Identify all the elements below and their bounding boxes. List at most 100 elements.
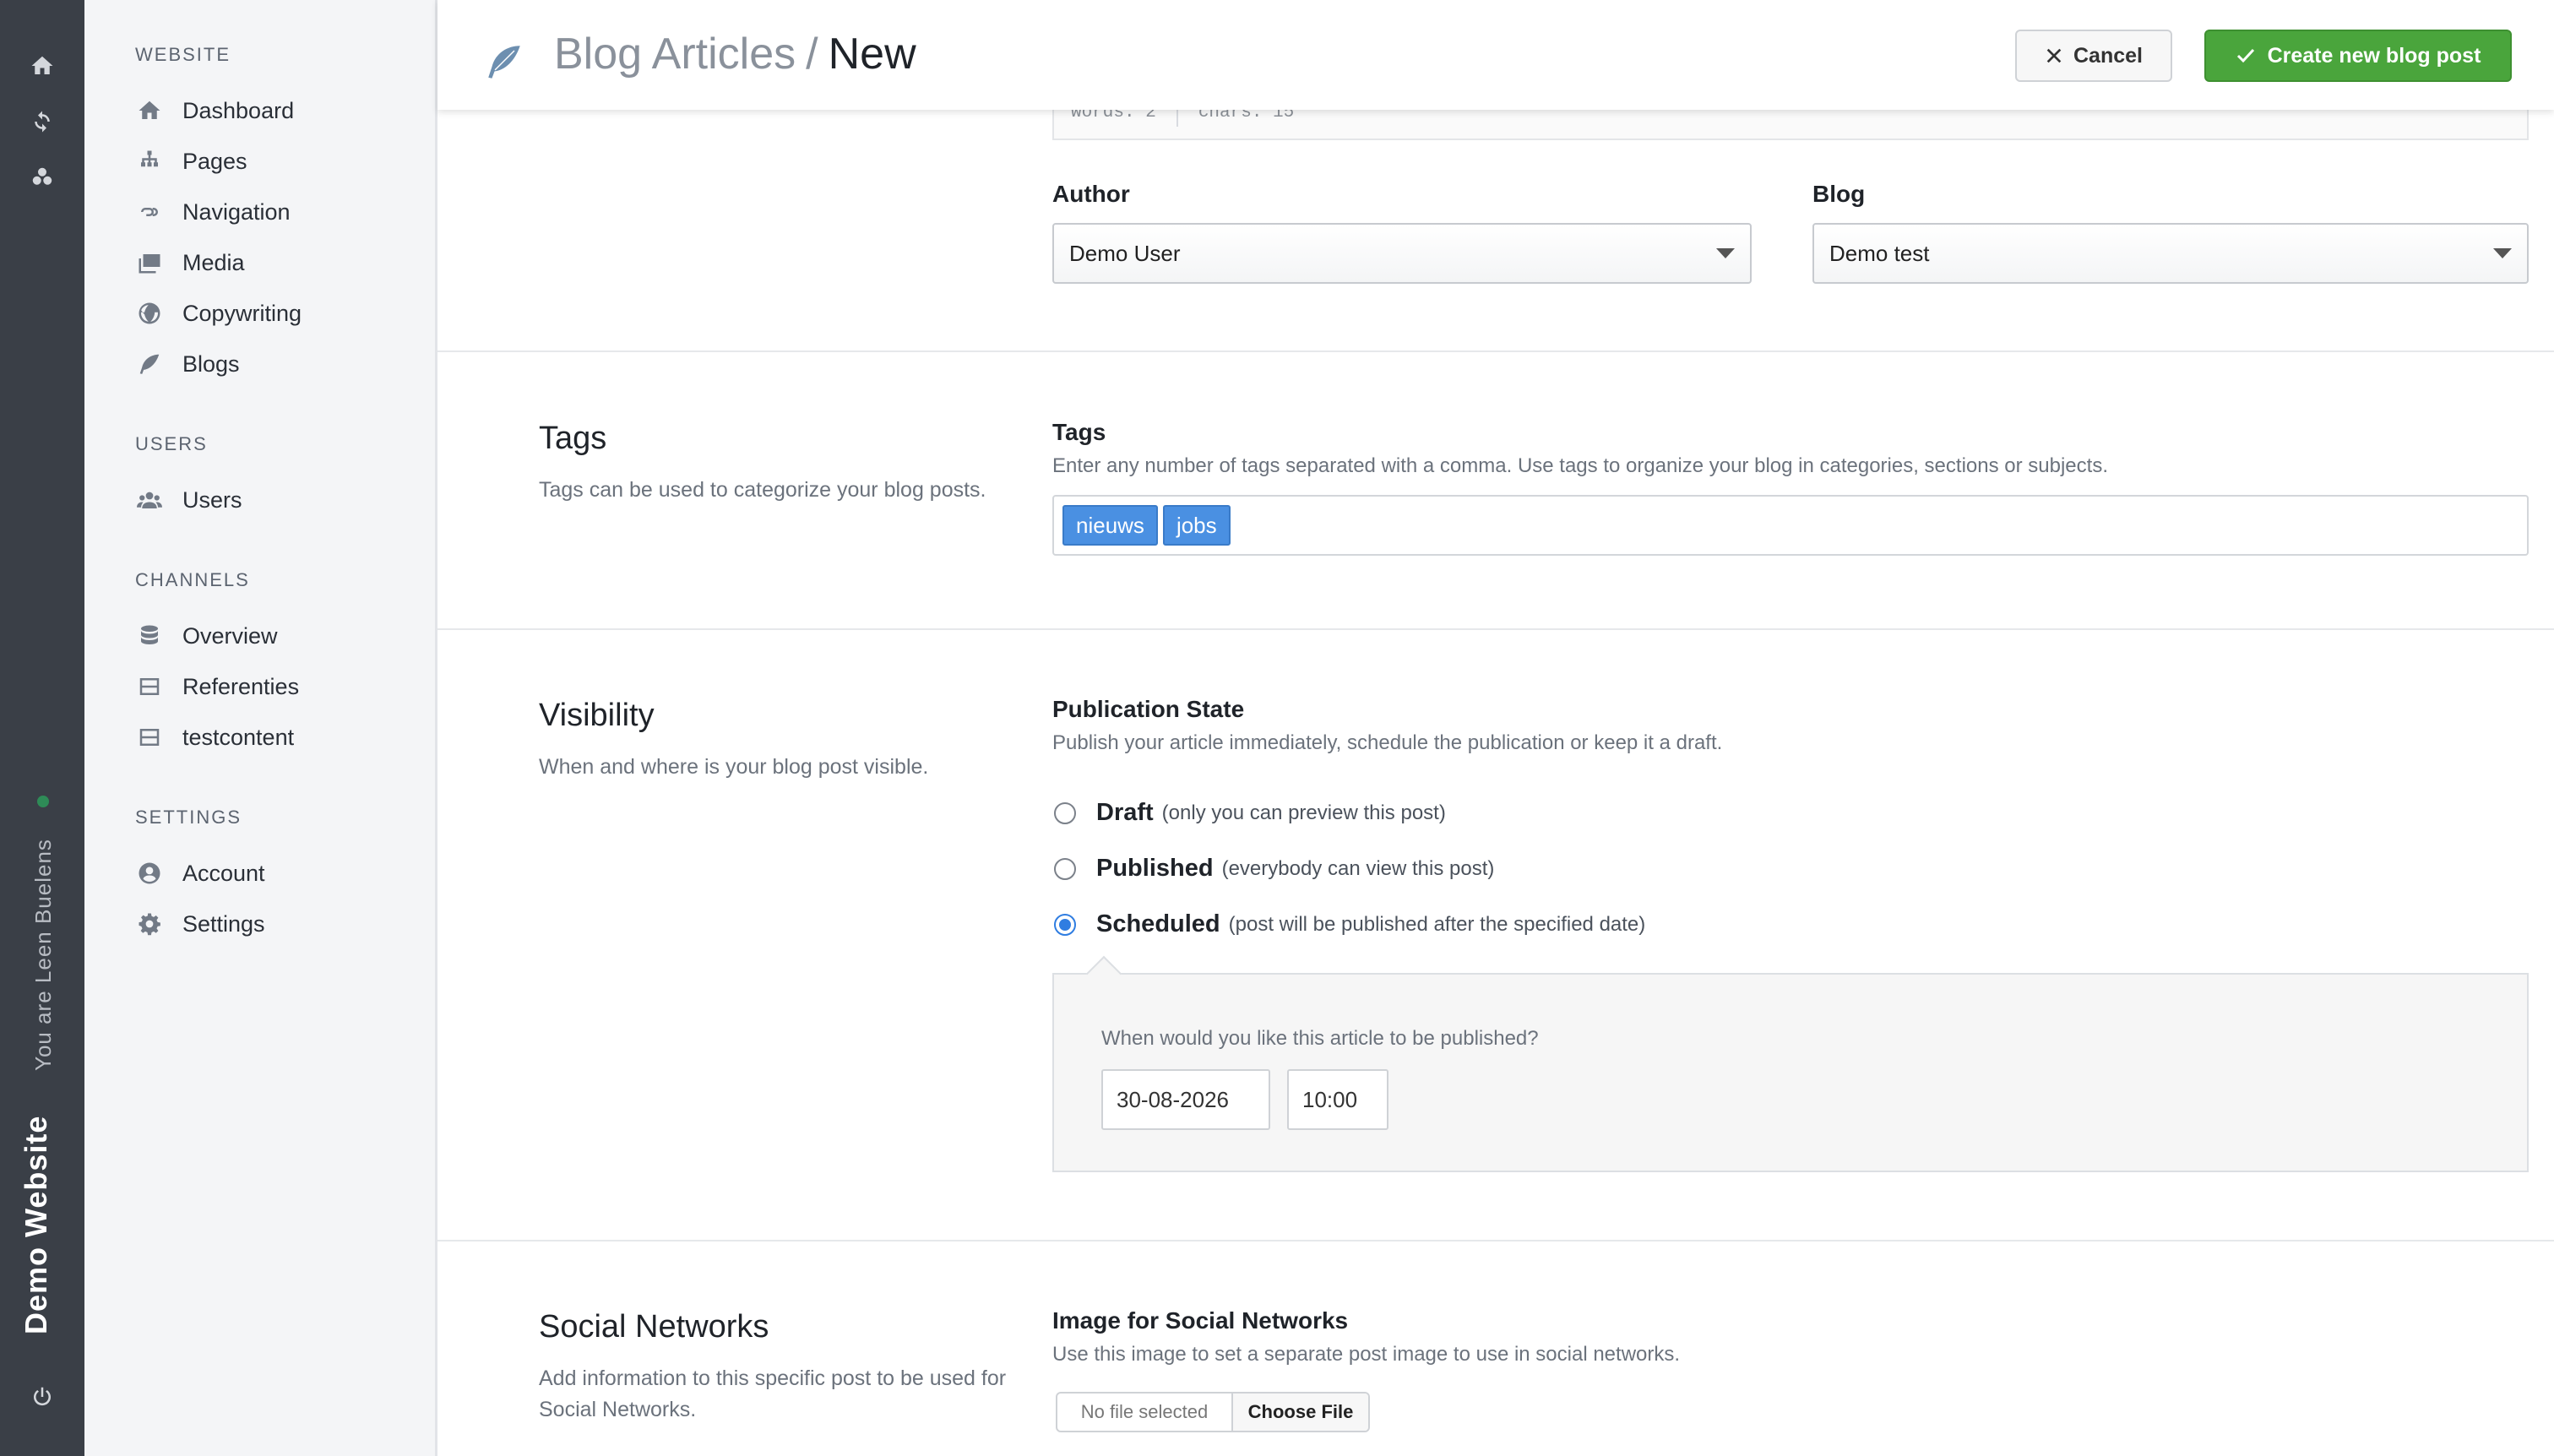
tag-chip[interactable]: nieuws	[1062, 505, 1158, 546]
publish-time-input[interactable]: 10:00	[1287, 1069, 1388, 1130]
sidebar-item-media[interactable]: Media	[137, 243, 245, 282]
sidebar-item-label: Referenties	[182, 673, 300, 699]
sidebar-item-users[interactable]: Users	[137, 481, 242, 519]
plugins-icon[interactable]	[27, 162, 57, 193]
publication-state-help: Publish your article immediately, schedu…	[1052, 731, 1723, 754]
sidebar-item-overview[interactable]: Overview	[137, 617, 278, 655]
radio-published[interactable]	[1054, 857, 1076, 880]
section-divider	[437, 350, 2554, 352]
create-button-label: Create new blog post	[2267, 43, 2481, 68]
gear-icon	[139, 913, 160, 936]
cancel-button-label: Cancel	[2073, 43, 2143, 68]
sidebar-item-account[interactable]: Account	[137, 854, 265, 893]
sidebar-item-label: Blogs	[182, 350, 240, 377]
breadcrumb: Blog Articles / New	[554, 29, 916, 79]
power-icon[interactable]	[27, 1382, 57, 1412]
sidebar-item-label: Pages	[182, 148, 247, 174]
sidebar-item-label: Copywriting	[182, 300, 302, 326]
globe-icon	[139, 302, 160, 324]
radio-note: (only you can preview this post)	[1161, 801, 1446, 824]
sidebar-item-label: Account	[182, 860, 265, 886]
sidebar-item-label: testcontent	[182, 724, 295, 750]
radio-label: Published	[1096, 855, 1214, 882]
radio-option-draft[interactable]: Draft (only you can preview this post)	[1054, 799, 1446, 827]
nav-heading-channels: CHANNELS	[135, 569, 250, 590]
create-blog-post-button[interactable]: Create new blog post	[2204, 30, 2512, 82]
blog-select[interactable]: Demo test	[1812, 223, 2529, 284]
sidebar: WEBSITE Dashboard Pages Navigation Media…	[84, 0, 437, 1456]
home-icon	[139, 101, 160, 119]
sidebar-item-copywriting[interactable]: Copywriting	[137, 294, 302, 333]
feather-icon	[139, 354, 160, 374]
radio-option-scheduled[interactable]: Scheduled (post will be published after …	[1054, 910, 1645, 938]
nav-heading-website: WEBSITE	[135, 44, 231, 65]
choose-file-button[interactable]: Choose File	[1233, 1394, 1368, 1431]
sidebar-item-testcontent[interactable]: testcontent	[137, 718, 294, 757]
close-icon	[2046, 48, 2062, 63]
refresh-icon[interactable]	[27, 106, 57, 137]
radio-option-published[interactable]: Published (everybody can view this post)	[1054, 855, 1494, 883]
radio-scheduled[interactable]	[1054, 913, 1076, 936]
publish-date-input[interactable]: 30-08-2026	[1101, 1069, 1270, 1130]
tag-chip[interactable]: jobs	[1162, 505, 1231, 546]
section-divider	[437, 628, 2554, 630]
breadcrumb-separator: /	[806, 30, 818, 79]
schedule-panel: When would you like this article to be p…	[1052, 973, 2529, 1172]
sidebar-item-pages[interactable]: Pages	[137, 142, 247, 181]
breadcrumb-section[interactable]: Blog Articles	[554, 30, 796, 79]
visibility-section-title: Visibility	[539, 698, 655, 733]
social-section-title: Social Networks	[539, 1309, 769, 1345]
tags-field-label: Tags	[1052, 419, 1106, 445]
sidebar-item-label: Dashboard	[182, 97, 295, 123]
tags-help-text: Enter any number of tags separated with …	[1052, 454, 2108, 477]
social-image-file-input[interactable]: No file selected Choose File	[1056, 1392, 1370, 1432]
sidebar-item-label: Users	[182, 486, 242, 513]
main-content: Blog Articles / New Cancel Create new blog…	[437, 0, 2554, 1456]
author-select-value: Demo User	[1069, 240, 1181, 266]
publication-state-label: Publication State	[1052, 696, 1245, 722]
feather-icon	[488, 46, 520, 79]
app-rail: You are Leen Buelens Demo Website	[0, 0, 84, 1456]
radio-draft[interactable]	[1054, 801, 1076, 824]
radio-label: Draft	[1096, 799, 1154, 826]
sitemap-icon	[141, 150, 158, 167]
social-image-help: Use this image to set a separate post im…	[1052, 1343, 1681, 1366]
online-status-dot	[37, 796, 49, 807]
current-user-label: You are Leen Buelens	[30, 839, 56, 1071]
table-icon	[139, 678, 160, 695]
tags-input[interactable]: nieuws jobs	[1052, 495, 2529, 556]
link-icon	[141, 208, 158, 216]
author-select[interactable]: Demo User	[1052, 223, 1752, 284]
page-header: Blog Articles / New Cancel Create new blog…	[437, 0, 2554, 110]
users-icon	[137, 492, 162, 508]
database-icon	[141, 625, 158, 644]
section-divider	[437, 1240, 2554, 1241]
nav-heading-settings: SETTINGS	[135, 807, 242, 828]
social-image-label: Image for Social Networks	[1052, 1307, 1349, 1334]
sidebar-item-blogs[interactable]: Blogs	[137, 345, 240, 383]
radio-note: (post will be published after the specif…	[1228, 912, 1646, 936]
chevron-down-icon	[2493, 248, 2512, 258]
sidebar-item-dashboard[interactable]: Dashboard	[137, 91, 294, 130]
sidebar-item-settings[interactable]: Settings	[137, 905, 265, 943]
cancel-button[interactable]: Cancel	[2015, 30, 2172, 82]
blog-select-value: Demo test	[1829, 240, 1930, 266]
file-status: No file selected	[1057, 1394, 1233, 1431]
sidebar-item-label: Settings	[182, 910, 265, 937]
images-icon	[139, 254, 160, 274]
author-label: Author	[1052, 181, 1130, 207]
page-title: New	[828, 30, 916, 79]
tags-section-title: Tags	[539, 421, 607, 456]
radio-note: (everybody can view this post)	[1221, 856, 1495, 880]
radio-label: Scheduled	[1096, 910, 1220, 937]
home-icon[interactable]	[27, 51, 57, 81]
nav-heading-users: USERS	[135, 433, 208, 454]
sidebar-item-referenties[interactable]: Referenties	[137, 667, 299, 706]
tags-section-description: Tags can be used to categorize your blog…	[539, 478, 986, 502]
table-icon	[139, 729, 160, 746]
sidebar-item-label: Media	[182, 249, 245, 275]
blog-label: Blog	[1812, 181, 1866, 207]
site-name[interactable]: Demo Website	[19, 1116, 54, 1334]
check-icon	[2236, 48, 2254, 63]
sidebar-item-navigation[interactable]: Navigation	[137, 193, 291, 231]
